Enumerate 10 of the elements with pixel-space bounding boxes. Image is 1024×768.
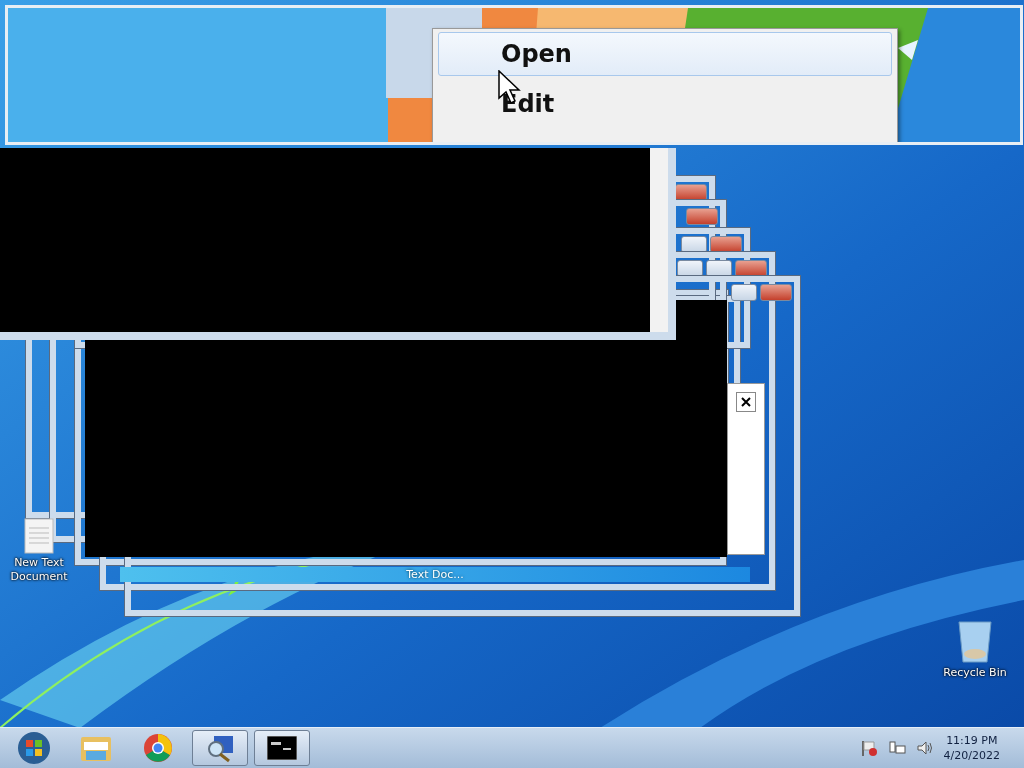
folder-icon (80, 734, 112, 762)
browser-icon (143, 733, 173, 763)
console-icon (267, 736, 297, 760)
windows-logo-icon (17, 731, 51, 765)
network-icon[interactable] (887, 739, 906, 757)
magnifier-icon (205, 733, 235, 763)
clock[interactable]: 11:19 PM 4/20/2022 (943, 733, 1000, 763)
taskbar-button[interactable] (254, 730, 310, 766)
speaker-icon[interactable] (915, 739, 934, 757)
flag-icon[interactable] (859, 739, 878, 757)
